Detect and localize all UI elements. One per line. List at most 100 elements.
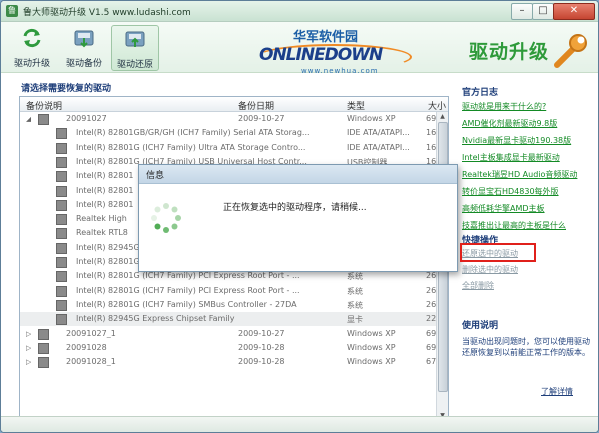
- column-header-type[interactable]: 类型: [347, 99, 365, 112]
- learn-more-link[interactable]: 了解详情: [541, 386, 573, 397]
- backup-group-row[interactable]: ◢ 20091027 2009-10-27 Windows XP 69: [20, 112, 436, 126]
- row-date: 2009-10-27: [238, 114, 285, 123]
- row-checkbox[interactable]: [56, 214, 67, 226]
- brand-logo-url: www.newhua.com: [301, 67, 379, 75]
- row-type: IDE ATA/ATAPI...: [347, 142, 410, 152]
- news-link[interactable]: 高频低耗华擎AMD主板: [462, 203, 545, 214]
- news-link[interactable]: AMD催化剂最新驱动9.8版: [462, 118, 557, 129]
- title-bar[interactable]: 鲁 鲁大师驱动升级 V1.5 www.ludashi.com – □ ✕: [1, 1, 598, 22]
- tab-driver-upgrade[interactable]: 驱动升级: [9, 25, 55, 69]
- close-button[interactable]: ✕: [553, 3, 595, 20]
- collapse-arrow-icon[interactable]: ◢: [26, 115, 31, 123]
- row-checkbox[interactable]: [56, 156, 67, 168]
- backup-group-row[interactable]: ▷ 20091028 2009-10-28 Windows XP 69: [20, 340, 436, 355]
- row-checkbox[interactable]: [56, 171, 67, 183]
- row-size: 67: [426, 357, 436, 367]
- row-name: Realtek RTL8: [76, 228, 128, 238]
- row-name: 20091028_1: [66, 357, 116, 367]
- row-type: Windows XP: [347, 114, 396, 123]
- row-name: Intel(R) 82801: [76, 171, 134, 181]
- news-link[interactable]: 技嘉推出让最高的主板是什么: [462, 220, 566, 231]
- news-link[interactable]: 驱动就是用来干什么的?: [462, 101, 546, 112]
- row-type: IDE ATA/ATAPI...: [347, 128, 410, 138]
- tab-driver-backup-label: 驱动备份: [65, 59, 102, 69]
- news-link[interactable]: 转价显宝石HD4830每外版: [462, 186, 559, 197]
- row-name: Realtek High: [76, 214, 127, 224]
- tab-driver-restore[interactable]: 驱动还原: [111, 25, 159, 71]
- driver-row[interactable]: Intel(R) 82945G Express Chipset Family 显卡…: [20, 312, 436, 327]
- news-link[interactable]: Nvidia最新显卡驱动190.38版: [462, 135, 571, 146]
- help-text: 当驱动出现问题时，您可以使用驱动还原恢复到以前能正常工作的版本。: [462, 337, 590, 357]
- row-name: Intel(R) 82801G (ICH7 Family) Ultra ATA …: [76, 142, 306, 152]
- minimize-button[interactable]: –: [511, 3, 533, 20]
- news-link[interactable]: Realtek瑞昱HD Audio音频驱动: [462, 169, 577, 180]
- maximize-button[interactable]: □: [532, 3, 554, 20]
- row-checkbox[interactable]: [56, 257, 67, 268]
- row-type: 显卡: [347, 315, 363, 325]
- row-checkbox[interactable]: [56, 228, 67, 240]
- tab-driver-upgrade-label: 驱动升级: [13, 59, 50, 69]
- recycle-arrows-icon: [23, 28, 41, 48]
- row-type: 系统: [347, 272, 363, 282]
- row-name: Intel(R) 82945G Express Chipset Family: [76, 314, 235, 324]
- column-header-description[interactable]: 备份说明: [26, 99, 62, 112]
- restore-panel-title: 请选择需要恢复的驱动: [21, 84, 112, 94]
- row-checkbox[interactable]: [56, 185, 67, 197]
- row-checkbox[interactable]: [38, 357, 49, 369]
- delete-selected-link[interactable]: 删除选中的驱动: [462, 264, 518, 275]
- dialog-message: 正在恢复选中的驱动程序，请稍候...: [223, 203, 367, 213]
- help-section-title: 使用说明: [462, 321, 499, 331]
- row-name: Intel(R) 82801G (ICH7 Family) SMBus Cont…: [76, 299, 297, 309]
- brand-logo-en: ONLINEDOWN: [259, 45, 383, 65]
- news-link[interactable]: Intel主板集成显卡最新驱动: [462, 152, 560, 163]
- row-date: 2009-10-28: [238, 357, 285, 367]
- row-checkbox[interactable]: [56, 285, 67, 297]
- driver-row[interactable]: Intel(R) 82801G (ICH7 Family) SMBus Cont…: [20, 298, 436, 312]
- wrench-icon: [554, 34, 587, 68]
- row-checkbox[interactable]: [56, 271, 67, 283]
- dialog-title: 信息: [146, 171, 165, 181]
- column-header-date[interactable]: 备份日期: [238, 99, 274, 112]
- loading-spinner-icon: [151, 203, 181, 233]
- expand-arrow-icon[interactable]: ▷: [26, 358, 31, 366]
- list-header: 备份说明 备份日期 类型 大小: [20, 97, 448, 112]
- row-checkbox[interactable]: [56, 128, 67, 140]
- backup-group-row[interactable]: ▷ 20091027_1 2009-10-27 Windows XP 69: [20, 326, 436, 341]
- row-name: Intel(R) 82801GB/GR/GH (ICH7 Family) Ser…: [76, 128, 310, 138]
- row-checkbox[interactable]: [38, 328, 49, 340]
- row-checkbox[interactable]: [38, 114, 49, 125]
- driver-row[interactable]: Intel(R) 82801GB/GR/GH (ICH7 Family) Ser…: [20, 126, 436, 140]
- row-checkbox[interactable]: [38, 342, 49, 354]
- scroll-up-arrow-icon[interactable]: ▲: [438, 112, 447, 121]
- row-checkbox[interactable]: [56, 142, 67, 154]
- row-size: 16: [426, 142, 436, 152]
- row-name: Intel(R) 82801G (ICH7 Family) PCI Expres…: [76, 285, 300, 295]
- row-size: 26: [426, 299, 436, 309]
- dialog-title-bar[interactable]: 信息: [139, 165, 457, 184]
- status-bar: [1, 416, 598, 432]
- delete-all-link[interactable]: 全部删除: [462, 280, 494, 291]
- restore-selected-link[interactable]: 还原选中的驱动: [462, 248, 518, 259]
- info-dialog: 信息 正在恢复选中的驱动程序，请稍候...: [138, 164, 458, 272]
- driver-row[interactable]: Intel(R) 82801G (ICH7 Family) PCI Expres…: [20, 284, 436, 298]
- row-checkbox[interactable]: [56, 299, 67, 311]
- row-name: 20091027: [66, 114, 107, 123]
- row-date: 2009-10-28: [238, 342, 285, 352]
- app-logo-icon: 鲁: [6, 5, 18, 17]
- tab-driver-backup[interactable]: 驱动备份: [61, 25, 107, 69]
- row-name: Intel(R) 82801: [76, 199, 134, 209]
- driver-row[interactable]: Intel(R) 82801G (ICH7 Family) Ultra ATA …: [20, 141, 436, 155]
- row-size: 16: [426, 128, 436, 138]
- row-type: 系统: [347, 286, 363, 296]
- side-panel: 官方日志 驱动就是用来干什么的? AMD催化剂最新驱动9.8版 Nvidia最新…: [460, 81, 592, 411]
- row-size: 69: [426, 342, 436, 352]
- row-checkbox[interactable]: [56, 242, 67, 254]
- row-checkbox[interactable]: [56, 199, 67, 211]
- row-checkbox[interactable]: [56, 314, 67, 326]
- row-name: 20091027_1: [66, 328, 116, 338]
- column-header-size[interactable]: 大小: [428, 99, 446, 112]
- expand-arrow-icon[interactable]: ▷: [26, 344, 31, 352]
- backup-group-row[interactable]: ▷ 20091028_1 2009-10-28 Windows XP 67: [20, 355, 436, 370]
- expand-arrow-icon[interactable]: ▷: [26, 330, 31, 338]
- row-size: 26: [426, 285, 436, 295]
